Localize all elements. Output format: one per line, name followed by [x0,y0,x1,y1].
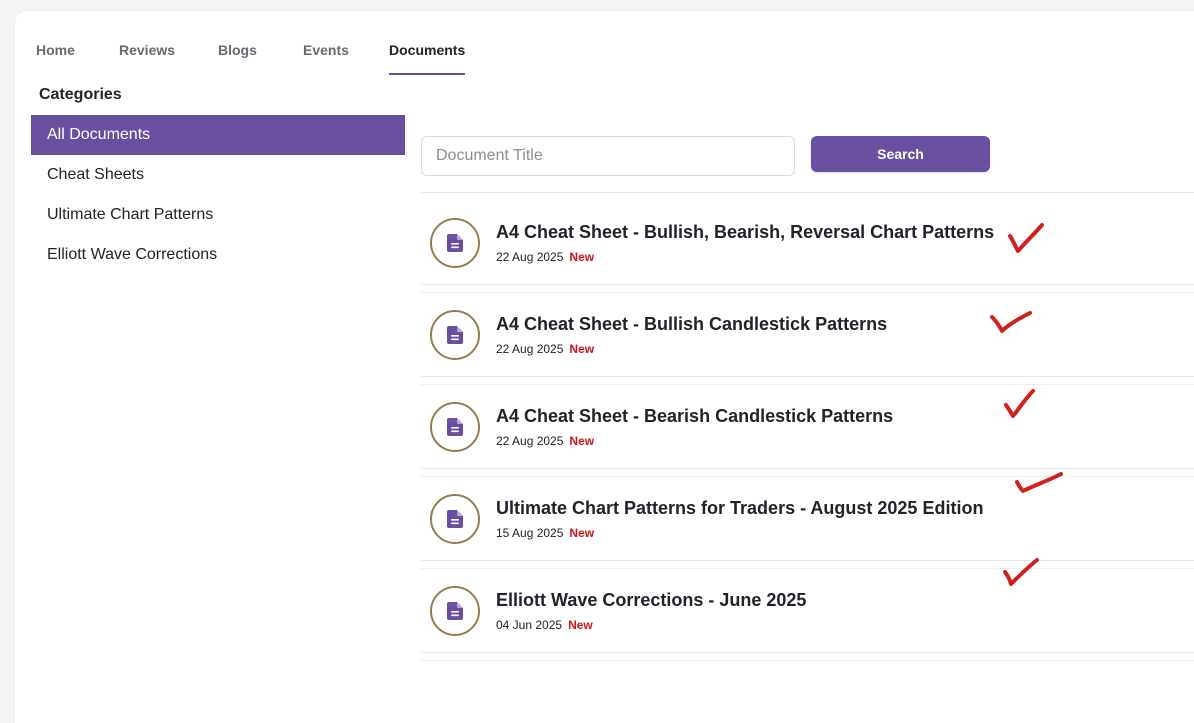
document-title-link[interactable]: Ultimate Chart Patterns for Traders - Au… [496,498,983,519]
document-title-link[interactable]: A4 Cheat Sheet - Bullish, Bearish, Rever… [496,222,994,243]
document-title-link[interactable]: A4 Cheat Sheet - Bearish Candlestick Pat… [496,406,893,427]
document-meta: 04 Jun 2025 New [496,618,593,632]
red-checkmark-annotation [1008,223,1044,253]
document-icon [430,218,480,268]
search-button[interactable]: Search [811,136,990,172]
red-checkmark-annotation [1004,389,1035,418]
document-row[interactable]: A4 Cheat Sheet - Bullish Candlestick Pat… [421,285,1194,385]
new-badge: New [568,618,593,632]
document-meta: 15 Aug 2025 New [496,526,594,540]
document-meta: 22 Aug 2025 New [496,342,594,356]
document-icon [430,402,480,452]
document-title-link[interactable]: A4 Cheat Sheet - Bullish Candlestick Pat… [496,314,887,335]
new-badge: New [569,342,595,356]
red-checkmark-annotation [1003,558,1039,586]
document-meta: 22 Aug 2025 New [496,434,594,448]
document-date: 22 Aug 2025 [496,434,564,448]
document-row[interactable]: Elliott Wave Corrections - June 2025 04 … [421,558,1194,661]
new-badge: New [569,526,595,540]
category-elliott-wave-corrections[interactable]: Elliott Wave Corrections [31,235,405,275]
tab-events[interactable]: Events [303,42,349,75]
categories-heading: Categories [39,86,122,103]
new-badge: New [569,250,595,264]
document-meta: 22 Aug 2025 New [496,250,594,264]
document-date: 15 Aug 2025 [496,526,564,540]
document-title-link[interactable]: Elliott Wave Corrections - June 2025 [496,590,806,611]
document-icon [430,494,480,544]
document-row[interactable]: A4 Cheat Sheet - Bullish, Bearish, Rever… [421,193,1194,293]
document-icon [430,310,480,360]
document-title-search-input[interactable] [421,136,795,176]
category-cheat-sheets[interactable]: Cheat Sheets [31,155,405,195]
tab-reviews[interactable]: Reviews [119,42,175,75]
tab-home[interactable]: Home [36,42,75,75]
document-date: 22 Aug 2025 [496,342,564,356]
document-date: 04 Jun 2025 [496,618,563,632]
document-row[interactable]: A4 Cheat Sheet - Bearish Candlestick Pat… [421,377,1194,477]
red-checkmark-annotation [1015,472,1063,493]
new-badge: New [569,434,595,448]
document-icon [430,586,480,636]
document-row[interactable]: Ultimate Chart Patterns for Traders - Au… [421,469,1194,569]
document-date: 22 Aug 2025 [496,250,564,264]
tab-documents[interactable]: Documents [389,42,466,75]
category-list: All Documents Cheat Sheets Ultimate Char… [31,115,405,275]
document-list: A4 Cheat Sheet - Bullish, Bearish, Rever… [421,193,1194,661]
category-ultimate-chart-patterns[interactable]: Ultimate Chart Patterns [31,195,405,235]
red-checkmark-annotation [990,311,1032,333]
tab-blogs[interactable]: Blogs [218,42,257,75]
category-all-documents[interactable]: All Documents [31,115,405,155]
